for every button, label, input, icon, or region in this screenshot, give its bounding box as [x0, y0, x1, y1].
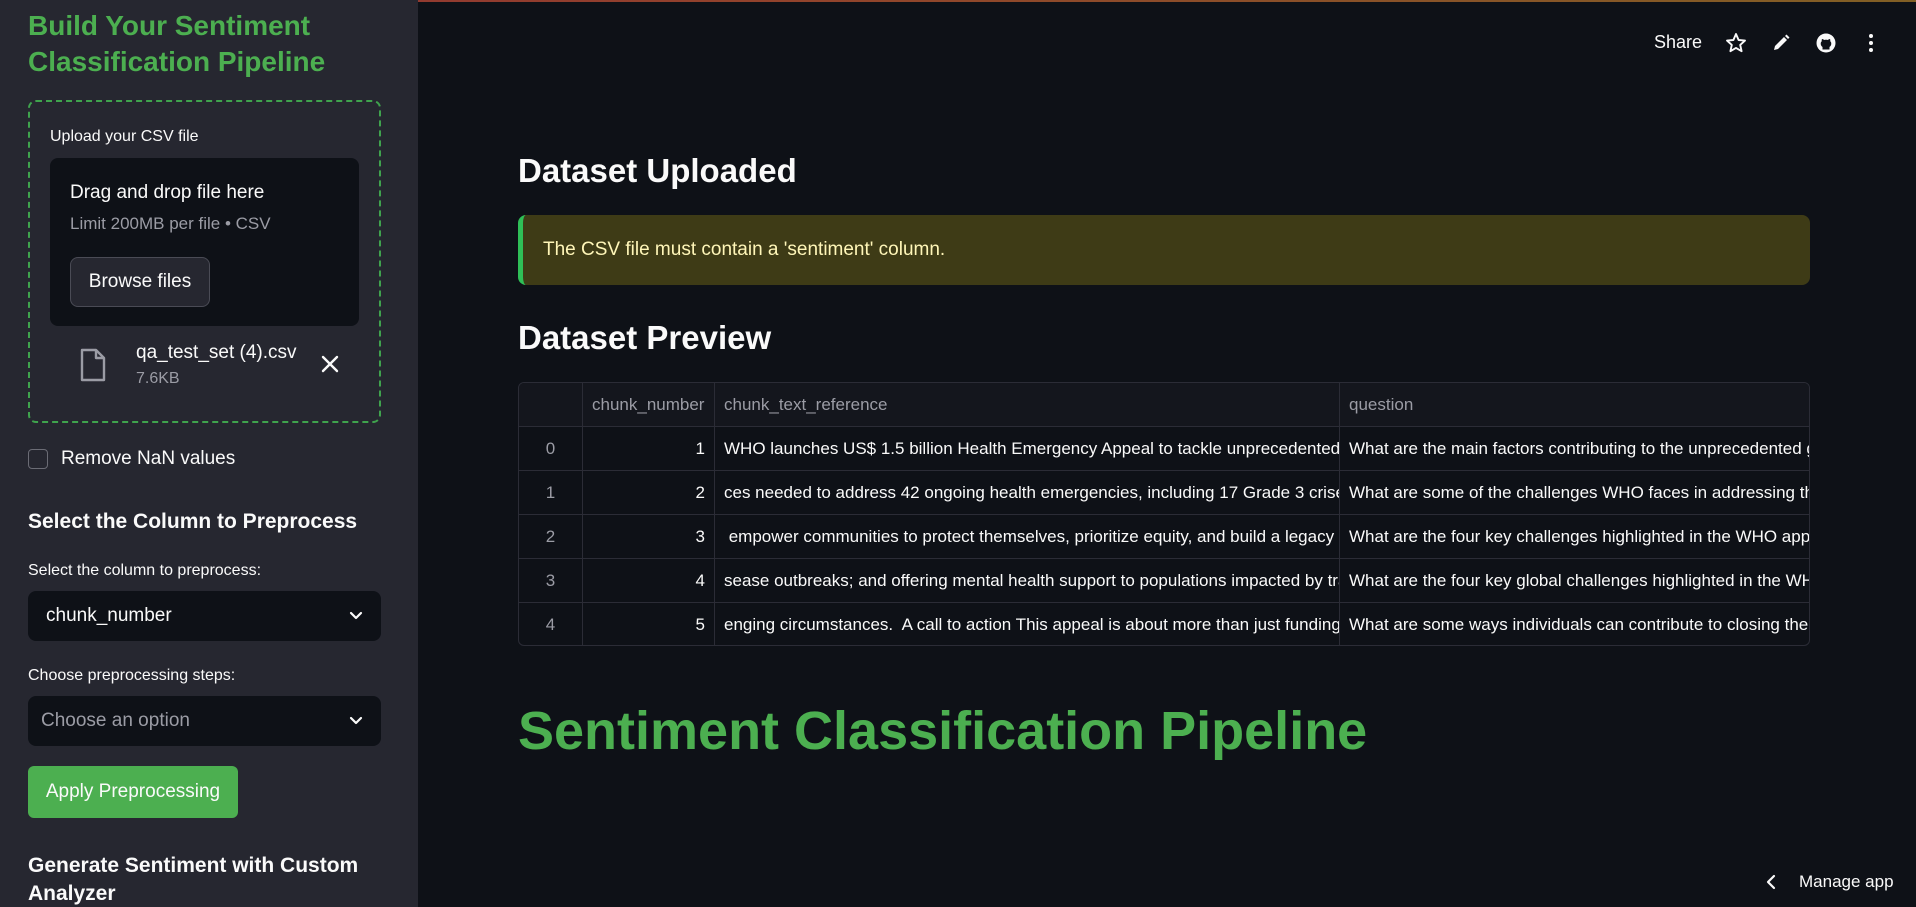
share-button[interactable]: Share — [1654, 32, 1702, 53]
cell-chunk-number[interactable]: 4 — [583, 559, 715, 603]
star-icon[interactable] — [1725, 32, 1747, 54]
steps-select-label: Choose preprocessing steps: — [28, 667, 236, 684]
file-uploader: Upload your CSV file Drag and drop file … — [28, 100, 381, 423]
row-index: 2 — [519, 515, 583, 559]
column-select-label: Select the column to preprocess: — [28, 562, 262, 579]
cell-chunk-text[interactable]: enging circumstances. A call to action T… — [715, 603, 1340, 645]
steps-multiselect[interactable]: Choose an option — [28, 696, 381, 746]
table-row: 2 3 empower communities to protect thems… — [519, 515, 1809, 559]
cell-question[interactable]: What are the main factors contributing t… — [1340, 427, 1809, 471]
cell-chunk-text[interactable]: empower communities to protect themselve… — [715, 515, 1340, 559]
sidebar-title: Build Your Sentiment Classification Pipe… — [28, 10, 326, 77]
table-row: 4 5 enging circumstances. A call to acti… — [519, 603, 1809, 645]
dataset-preview-table[interactable]: chunk_number chunk_text_reference questi… — [518, 382, 1810, 646]
cell-question[interactable]: What are some of the challenges WHO face… — [1340, 471, 1809, 515]
cell-question[interactable]: What are the four key global challenges … — [1340, 559, 1809, 603]
chevron-down-icon — [349, 716, 363, 725]
dropzone-limit: Limit 200MB per file • CSV — [70, 214, 271, 233]
uploaded-file-name: qa_test_set (4).csv — [136, 342, 297, 363]
cell-chunk-text[interactable]: ces needed to address 42 ongoing health … — [715, 471, 1340, 515]
preprocess-heading: Select the Column to Preprocess — [28, 510, 358, 533]
apply-preprocessing-button[interactable]: Apply Preprocessing — [28, 766, 238, 818]
remove-nan-label: Remove NaN values — [61, 448, 236, 469]
dropzone-title: Drag and drop file here — [70, 182, 265, 203]
github-icon[interactable] — [1815, 32, 1837, 54]
header-question[interactable]: question — [1340, 383, 1809, 427]
uploaded-file-size: 7.6KB — [136, 370, 180, 387]
checkbox-box[interactable] — [28, 449, 48, 469]
row-index: 1 — [519, 471, 583, 515]
row-index: 0 — [519, 427, 583, 471]
dataset-uploaded-heading: Dataset Uploaded — [518, 152, 797, 189]
steps-select-placeholder: Choose an option — [41, 710, 190, 731]
cell-chunk-number[interactable]: 3 — [583, 515, 715, 559]
header-chunk-number[interactable]: chunk_number — [583, 383, 715, 427]
table-row: 0 1 WHO launches US$ 1.5 billion Health … — [519, 427, 1809, 471]
chevron-down-icon — [349, 611, 363, 620]
cell-chunk-number[interactable]: 2 — [583, 471, 715, 515]
cell-question[interactable]: What are some ways individuals can contr… — [1340, 603, 1809, 645]
row-index: 3 — [519, 559, 583, 603]
table-row: 3 4 sease outbreaks; and offering mental… — [519, 559, 1809, 603]
dataset-preview-heading: Dataset Preview — [518, 319, 772, 356]
cell-chunk-number[interactable]: 1 — [583, 427, 715, 471]
manage-app-button[interactable]: Manage app — [1799, 872, 1894, 892]
dropzone[interactable]: Drag and drop file here Limit 200MB per … — [50, 158, 359, 326]
close-icon[interactable] — [320, 354, 340, 374]
warning-alert: The CSV file must contain a 'sentiment' … — [518, 215, 1810, 285]
browse-files-button[interactable]: Browse files — [70, 257, 210, 307]
cell-question[interactable]: What are the four key challenges highlig… — [1340, 515, 1809, 559]
pipeline-title: Sentiment Classification Pipeline — [518, 701, 1368, 761]
row-index: 4 — [519, 603, 583, 645]
file-icon — [80, 348, 106, 382]
cell-chunk-text[interactable]: sease outbreaks; and offering mental hea… — [715, 559, 1340, 603]
alert-text: The CSV file must contain a 'sentiment' … — [543, 239, 946, 260]
header-chunk-text-reference[interactable]: chunk_text_reference — [715, 383, 1340, 427]
more-icon[interactable] — [1860, 32, 1882, 54]
sidebar: Build Your Sentiment Classification Pipe… — [0, 0, 418, 907]
header-index — [519, 383, 583, 427]
generate-sentiment-heading: Generate Sentiment with Custom Analyzer — [28, 854, 359, 905]
edit-icon[interactable] — [1770, 32, 1792, 54]
uploader-label: Upload your CSV file — [50, 128, 199, 145]
chevron-left-icon[interactable] — [1764, 874, 1778, 890]
table-header-row: chunk_number chunk_text_reference questi… — [519, 383, 1809, 427]
table-row: 1 2 ces needed to address 42 ongoing hea… — [519, 471, 1809, 515]
cell-chunk-text[interactable]: WHO launches US$ 1.5 billion Health Emer… — [715, 427, 1340, 471]
column-select-value: chunk_number — [46, 605, 172, 626]
column-select[interactable]: chunk_number — [28, 591, 381, 641]
cell-chunk-number[interactable]: 5 — [583, 603, 715, 645]
